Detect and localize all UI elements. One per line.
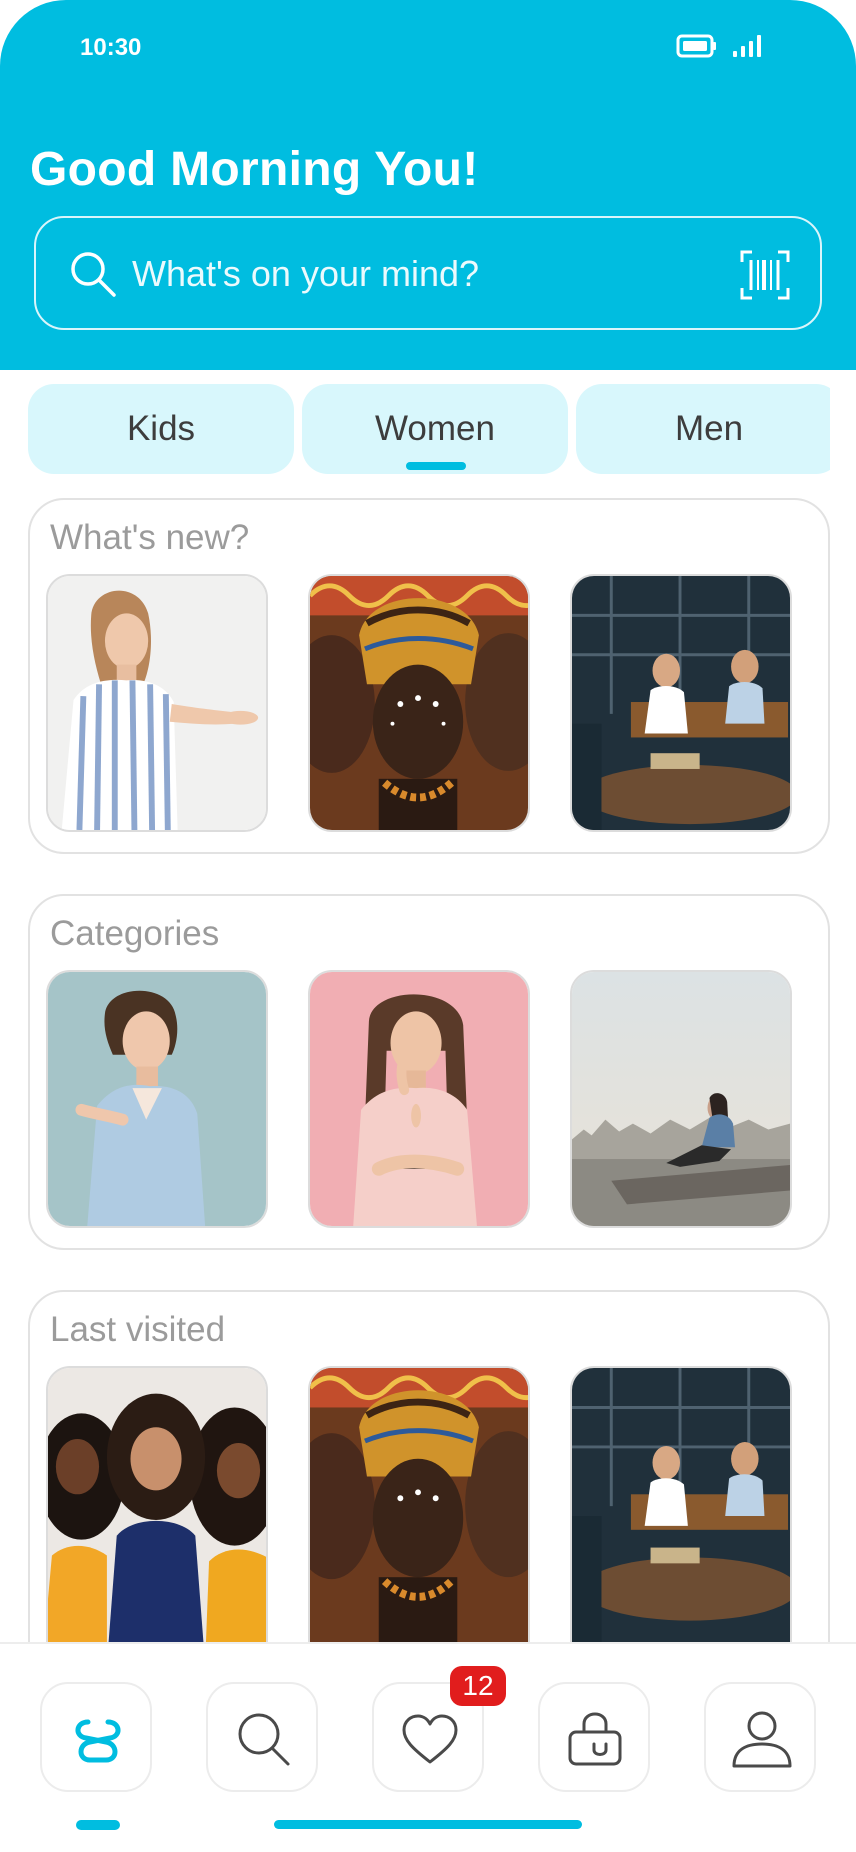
category-image[interactable] (570, 970, 792, 1228)
category-image[interactable] (46, 970, 268, 1228)
nav-active-indicator (76, 1820, 120, 1830)
category-tabs: Kids Women Men (28, 384, 830, 474)
section-categories: Categories (28, 894, 830, 1250)
tab-label: Kids (126, 409, 196, 448)
tab-men[interactable]: Men (576, 384, 830, 474)
heart-icon (402, 1714, 458, 1764)
section-title: What's new? (50, 518, 250, 557)
active-tab-indicator (406, 462, 466, 470)
battery-icon (676, 34, 716, 58)
product-image[interactable] (46, 1366, 268, 1666)
section-whats-new: What's new? (28, 498, 830, 854)
product-image[interactable] (308, 574, 530, 832)
home-indicator[interactable] (274, 1820, 582, 1829)
favorites-count-badge: 12 (450, 1666, 506, 1706)
nav-cart-button[interactable] (538, 1682, 650, 1792)
tab-label: Women (375, 409, 495, 448)
section-title: Categories (50, 914, 220, 953)
search-input[interactable] (132, 246, 652, 302)
search-icon (66, 248, 120, 302)
nav-search-button[interactable] (206, 1682, 318, 1792)
product-image[interactable] (570, 1366, 792, 1666)
product-image[interactable] (570, 574, 792, 832)
user-icon (732, 1711, 792, 1768)
category-image[interactable] (308, 970, 530, 1228)
shopping-bag-icon (568, 1712, 622, 1766)
tab-women[interactable]: Women (302, 384, 568, 474)
section-title: Last visited (50, 1310, 226, 1349)
product-image[interactable] (308, 1366, 530, 1666)
search-bar[interactable] (34, 216, 822, 330)
logo-icon (75, 1719, 121, 1763)
signal-icon (733, 35, 761, 57)
status-time: 10:30 (80, 34, 142, 61)
nav-home-button[interactable] (40, 1682, 152, 1830)
status-icons (676, 30, 772, 66)
tab-label: Men (674, 409, 744, 448)
nav-profile-button[interactable] (704, 1682, 816, 1792)
barcode-scan-icon[interactable] (740, 250, 790, 300)
search-icon (238, 1713, 290, 1766)
tab-kids[interactable]: Kids (28, 384, 294, 474)
header: 10:30 Good Morning You! (0, 0, 856, 370)
greeting-title: Good Morning You! (30, 143, 479, 196)
product-image[interactable] (46, 574, 268, 832)
phone-screen: 10:30 Good Morning You! What's on your m… (0, 0, 856, 1852)
